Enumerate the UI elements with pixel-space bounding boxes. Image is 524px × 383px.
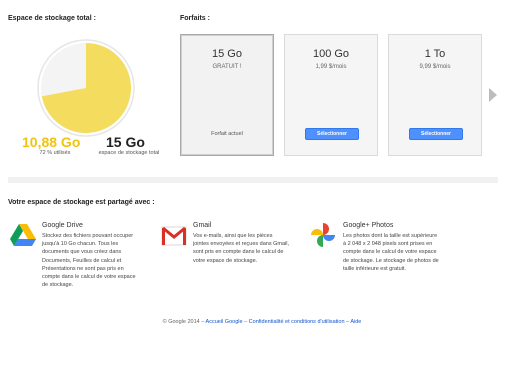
google-drive-description: Stockez des fichiers pouvant occuper jus… xyxy=(42,233,136,289)
plan-card-15go: 15 Go GRATUIT ! Forfait actuel xyxy=(180,34,274,156)
gmail-icon xyxy=(161,226,187,248)
google-photos-icon xyxy=(310,222,336,247)
plan-price: GRATUIT ! xyxy=(212,64,242,70)
plan-price: 1,99 $/mois xyxy=(315,64,347,70)
footer: © Google 2014 – Accueil Google – Confide… xyxy=(162,319,362,325)
section-divider xyxy=(8,177,498,183)
select-plan-1to-button[interactable]: Sélectionner xyxy=(409,128,463,140)
google-drive-icon xyxy=(10,224,36,246)
storage-usage-chart xyxy=(36,38,136,138)
gmail-description: Vos e-mails, ainsi que les pièces jointe… xyxy=(193,233,289,264)
footer-copyright: © Google 2014 xyxy=(162,319,200,325)
storage-total-label: espace de stockage total xyxy=(98,150,160,156)
plan-size: 15 Go xyxy=(212,48,242,60)
current-plan-label: Forfait actuel xyxy=(211,131,243,137)
google-photos-title: Google+ Photos xyxy=(343,222,394,229)
next-plans-arrow-icon[interactable] xyxy=(489,88,497,102)
google-photos-description: Les photos dont la taille est supérieure… xyxy=(343,233,439,272)
footer-link-help[interactable]: Aide xyxy=(350,319,361,325)
footer-link-privacy-terms[interactable]: Confidentialité et conditions d'utilisat… xyxy=(249,319,345,325)
storage-used-percent: 72 % utilisés xyxy=(39,150,71,156)
google-drive-title: Google Drive xyxy=(42,222,83,229)
storage-used-value: 10,88 Go xyxy=(22,134,81,150)
footer-link-home[interactable]: Accueil Google xyxy=(206,319,243,325)
gmail-title: Gmail xyxy=(193,222,212,229)
plan-card-100go: 100 Go 1,99 $/mois Sélectionner xyxy=(284,34,378,156)
select-plan-100go-button[interactable]: Sélectionner xyxy=(305,128,359,140)
plan-size: 100 Go xyxy=(312,48,350,60)
storage-total-value: 15 Go xyxy=(106,134,145,150)
plan-price: 9,99 $/mois xyxy=(419,64,451,70)
shared-section-title: Votre espace de stockage est partagé ave… xyxy=(8,199,155,206)
storage-section-title: Espace de stockage total : xyxy=(8,15,96,22)
plans-section-title: Forfaits : xyxy=(180,15,210,22)
plan-card-1to: 1 To 9,99 $/mois Sélectionner xyxy=(388,34,482,156)
plan-size: 1 To xyxy=(424,48,446,60)
